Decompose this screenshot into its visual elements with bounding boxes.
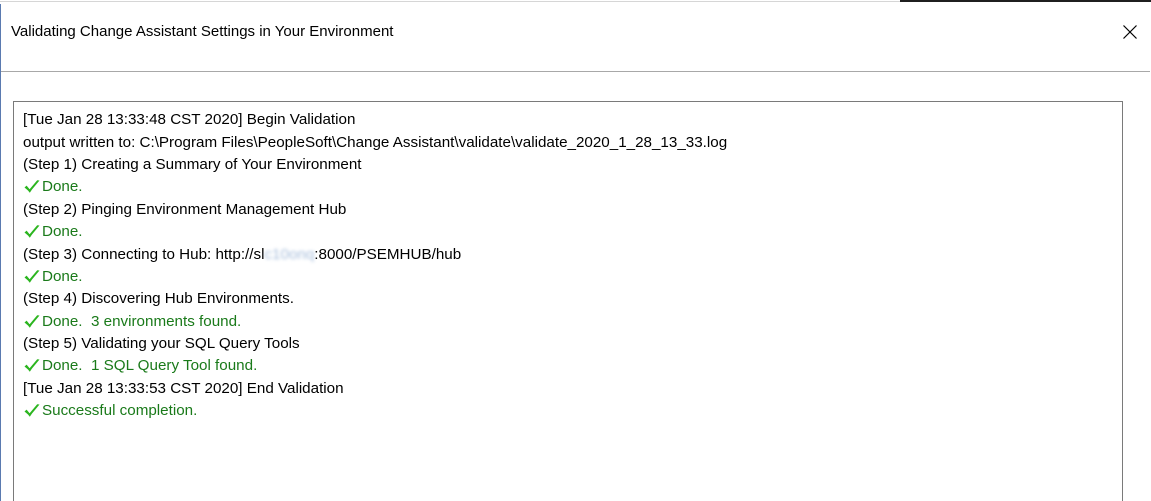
close-icon (1123, 25, 1137, 39)
log-line: [Tue Jan 28 13:33:53 CST 2020] End Valid… (23, 378, 727, 400)
log-line-text: (Step 5) Validating your SQL Query Tools (23, 335, 300, 353)
checkmark-icon (24, 314, 40, 328)
log-success-line: Successful completion. (23, 400, 727, 422)
validation-dialog: Validating Change Assistant Settings in … (0, 4, 1150, 501)
window-title: Validating Change Assistant Settings in … (11, 23, 394, 40)
log-line-text: [Tue Jan 28 13:33:53 CST 2020] End Valid… (23, 379, 344, 397)
title-separator (1, 71, 1150, 72)
log-success-line: Done. (23, 176, 727, 198)
log-line-text: (Step 4) Discovering Hub Environments. (23, 290, 294, 308)
log-line-text: output written to: C:\Program Files\Peop… (23, 133, 728, 151)
checkmark-icon (24, 359, 40, 373)
log-success-line: Done. (23, 221, 727, 243)
log-success-line: Done. 3 environments found. (23, 311, 727, 333)
log-line-text: (Step 3) Connecting to Hub: http://sl (23, 245, 265, 263)
checkmark-icon (24, 225, 40, 238)
redacted-hostname: c10onq (264, 245, 315, 263)
title-bar[interactable]: Validating Change Assistant Settings in … (1, 4, 1150, 60)
log-line-text: Done. 3 environments found. (42, 312, 242, 330)
log-line: (Step 4) Discovering Hub Environments. (23, 288, 727, 310)
log-line: (Step 5) Validating your SQL Query Tools (23, 333, 727, 355)
log-line: output written to: C:\Program Files\Peop… (23, 131, 727, 153)
log-line-text: [Tue Jan 28 13:33:48 CST 2020] Begin Val… (23, 111, 356, 129)
log-line-text: Done. 1 SQL Query Tool found. (42, 357, 258, 375)
log-line: (Step 1) Creating a Summary of Your Envi… (23, 154, 727, 176)
log-success-line: Done. (23, 266, 727, 288)
log-line: (Step 3) Connecting to Hub: http://sl c10… (23, 243, 727, 265)
log-line-text: Done. (42, 178, 83, 196)
checkmark-icon (24, 180, 40, 194)
validation-log: [Tue Jan 28 13:33:48 CST 2020] Begin Val… (23, 109, 727, 422)
validation-log-panel[interactable]: [Tue Jan 28 13:33:48 CST 2020] Begin Val… (13, 101, 1123, 501)
log-line-text: (Step 2) Pinging Environment Management … (23, 200, 347, 218)
checkmark-icon (24, 404, 40, 418)
close-button[interactable] (1115, 17, 1145, 47)
log-line: [Tue Jan 28 13:33:48 CST 2020] Begin Val… (23, 109, 727, 131)
background-window-border-dark (900, 0, 1151, 2)
log-line: (Step 2) Pinging Environment Management … (23, 199, 727, 221)
background-window-border (0, 1, 900, 2)
log-success-line: Done. 1 SQL Query Tool found. (23, 355, 727, 377)
log-line-text: Done. (42, 223, 83, 241)
log-line-text: Successful completion. (42, 402, 198, 420)
log-line-text: (Step 1) Creating a Summary of Your Envi… (23, 155, 362, 173)
log-line-text: :8000/PSEMHUB/hub (314, 245, 462, 263)
checkmark-icon (24, 270, 40, 283)
log-line-text: Done. (42, 267, 83, 285)
